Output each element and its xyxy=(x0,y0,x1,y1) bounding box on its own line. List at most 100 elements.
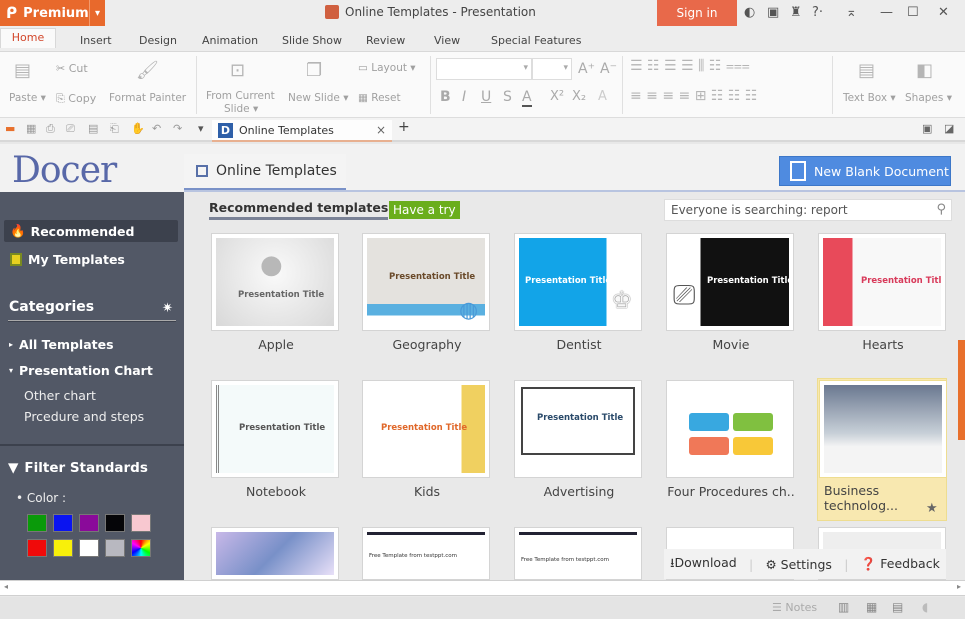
sign-in-button[interactable]: Sign in xyxy=(657,0,737,26)
sidebar-subitem-procedure-steps[interactable]: Prcedure and steps xyxy=(24,409,144,424)
color-swatch-yellow[interactable] xyxy=(53,539,73,557)
paste-button[interactable]: Paste ▾ xyxy=(9,92,46,104)
normal-view-icon[interactable]: ▥ xyxy=(838,600,849,614)
maximize-icon[interactable]: ☐ xyxy=(907,5,919,20)
text-box-button[interactable]: Text Box ▾ xyxy=(843,92,896,104)
new-tab-button[interactable]: + xyxy=(398,119,410,135)
color-swatch-green[interactable] xyxy=(27,514,47,532)
format-painter-icon[interactable]: 🖌 xyxy=(136,60,159,81)
close-icon[interactable]: ✕ xyxy=(938,5,949,20)
shirt-icon[interactable]: ♜ xyxy=(790,5,802,20)
mail-icon[interactable]: ▣ xyxy=(767,5,779,20)
tab-slide-show[interactable]: Slide Show xyxy=(282,34,342,47)
sidebar-subitem-other-chart[interactable]: Other chart xyxy=(24,388,96,403)
close-tab-icon[interactable]: × xyxy=(376,123,386,137)
template-thumbnail[interactable] xyxy=(211,527,339,580)
underline-button[interactable]: U xyxy=(481,89,491,105)
tab-design[interactable]: Design xyxy=(139,34,177,47)
tab-review[interactable]: Review xyxy=(366,34,405,47)
sidebar-item-all-templates[interactable]: ▸ All Templates xyxy=(9,337,114,352)
template-thumbnail[interactable]: Free Template from testppt.com xyxy=(514,527,642,580)
shapes-button[interactable]: Shapes ▾ xyxy=(905,92,952,104)
slide-sorter-icon[interactable]: ▦ xyxy=(866,600,877,614)
tab-animation[interactable]: Animation xyxy=(202,34,258,47)
color-swatch-blue[interactable] xyxy=(53,514,73,532)
scroll-left-icon[interactable]: ◂ xyxy=(4,582,8,591)
options-icon[interactable]: ◪ xyxy=(944,122,954,135)
clear-format-button[interactable]: A xyxy=(598,89,607,104)
italic-button[interactable]: I xyxy=(462,89,466,105)
reading-view-icon[interactable]: ▤ xyxy=(892,600,903,614)
text-box-icon[interactable]: ▤ xyxy=(858,60,875,81)
document-tab-online-templates[interactable]: D Online Templates × xyxy=(212,120,392,142)
tab-home[interactable]: Home xyxy=(0,28,56,48)
notes-button[interactable]: ☰ Notes xyxy=(772,601,817,614)
new-slide-button[interactable]: New Slide ▾ xyxy=(288,92,348,104)
color-swatch-pink[interactable] xyxy=(131,514,151,532)
online-templates-tab[interactable]: Online Templates xyxy=(184,154,346,190)
download-button[interactable]: ⭳Download xyxy=(670,554,737,575)
hand-icon[interactable]: ✋ xyxy=(131,122,145,135)
from-current-slide-button[interactable]: From Current xyxy=(206,90,275,102)
print-icon[interactable]: ⎚ xyxy=(66,122,75,136)
new-blank-document-button[interactable]: New Blank Document xyxy=(779,156,951,186)
tab-special-features[interactable]: Special Features xyxy=(491,34,581,47)
collapse-ribbon-icon[interactable]: ⌅ xyxy=(846,5,857,20)
cut-button[interactable]: ✂ Cut xyxy=(56,62,88,75)
copy-button[interactable]: ⎘ Copy xyxy=(56,92,96,106)
undo-icon[interactable]: ↶ xyxy=(152,122,161,135)
template-thumbnail[interactable]: Presentation Title ⎚ xyxy=(666,233,794,331)
recommended-templates-tab[interactable]: Recommended templates xyxy=(209,200,389,220)
font-name-select[interactable]: ▾ xyxy=(436,58,532,80)
save-icon[interactable]: ▦ xyxy=(26,122,36,135)
font-size-select[interactable]: ▾ xyxy=(532,58,572,80)
feedback-button[interactable]: ❓ Feedback xyxy=(861,556,940,572)
tab-view[interactable]: View xyxy=(434,34,460,47)
paste-icon[interactable]: ▤ xyxy=(14,60,31,81)
strikethrough-button[interactable]: S xyxy=(503,89,512,105)
from-current-slide-icon[interactable]: ⊡ xyxy=(230,60,245,81)
bold-button[interactable]: B xyxy=(440,89,451,105)
side-panel-toggle[interactable] xyxy=(958,340,965,440)
color-swatch-multicolor[interactable] xyxy=(131,539,151,557)
shrink-font-button[interactable]: A⁻ xyxy=(600,61,617,77)
open-icon[interactable]: ▬ xyxy=(5,122,15,135)
sidebar-item-recommended[interactable]: 🔥 Recommended xyxy=(4,220,178,242)
settings-button[interactable]: ⚙ Settings xyxy=(765,557,831,572)
template-thumbnail[interactable]: Presentation Title ♚ xyxy=(514,233,642,331)
template-thumbnail[interactable] xyxy=(819,380,947,478)
template-thumbnail[interactable] xyxy=(666,380,794,478)
subscript-button[interactable]: X₂ xyxy=(572,89,586,104)
sidebar-item-my-templates[interactable]: My Templates xyxy=(10,252,125,267)
gear-icon[interactable]: ✷ xyxy=(162,301,173,316)
template-thumbnail[interactable]: Presentation Title xyxy=(514,380,642,478)
template-thumbnail[interactable]: Free Template from testppt.com xyxy=(362,527,490,580)
color-swatch-red[interactable] xyxy=(27,539,47,557)
layout-button[interactable]: ▭ Layout ▾ xyxy=(358,62,416,74)
superscript-button[interactable]: X² xyxy=(550,89,564,104)
chevron-down-icon[interactable]: ▾ xyxy=(89,0,105,26)
reset-button[interactable]: ▦ Reset xyxy=(358,92,401,104)
new-slide-icon[interactable]: ❐ xyxy=(306,60,322,81)
customize-dropdown-icon[interactable]: ▾ xyxy=(198,122,204,135)
star-icon[interactable]: ★ xyxy=(926,501,938,516)
panel-icon[interactable]: ▣ xyxy=(922,122,932,135)
template-thumbnail[interactable]: Presentation Title xyxy=(362,380,490,478)
print-preview-icon[interactable]: ▤ xyxy=(88,122,98,135)
color-swatch-gray[interactable] xyxy=(105,539,125,557)
template-card-business-technology[interactable]: Business technolog... ★ xyxy=(817,378,947,521)
sidebar-item-presentation-chart[interactable]: ▾ Presentation Chart xyxy=(9,363,153,378)
slideshow-icon[interactable]: ◖ xyxy=(922,600,928,614)
minimize-icon[interactable]: — xyxy=(880,5,893,20)
template-thumbnail[interactable]: Presentation Title xyxy=(818,233,946,331)
have-a-try-button[interactable]: Have a try xyxy=(389,201,460,219)
template-search-input[interactable]: Everyone is searching: report ⚲ xyxy=(664,199,952,221)
color-swatch-white[interactable] xyxy=(79,539,99,557)
font-color-button[interactable]: A xyxy=(522,89,532,107)
format-painter-button[interactable]: Format Painter xyxy=(109,92,186,104)
help-icon[interactable]: ?· xyxy=(812,5,823,20)
template-thumbnail[interactable]: Presentation Title xyxy=(211,380,339,478)
color-swatch-purple[interactable] xyxy=(79,514,99,532)
shapes-icon[interactable]: ◧ xyxy=(916,60,933,81)
horizontal-scrollbar[interactable]: ◂ ▸ xyxy=(0,580,965,596)
